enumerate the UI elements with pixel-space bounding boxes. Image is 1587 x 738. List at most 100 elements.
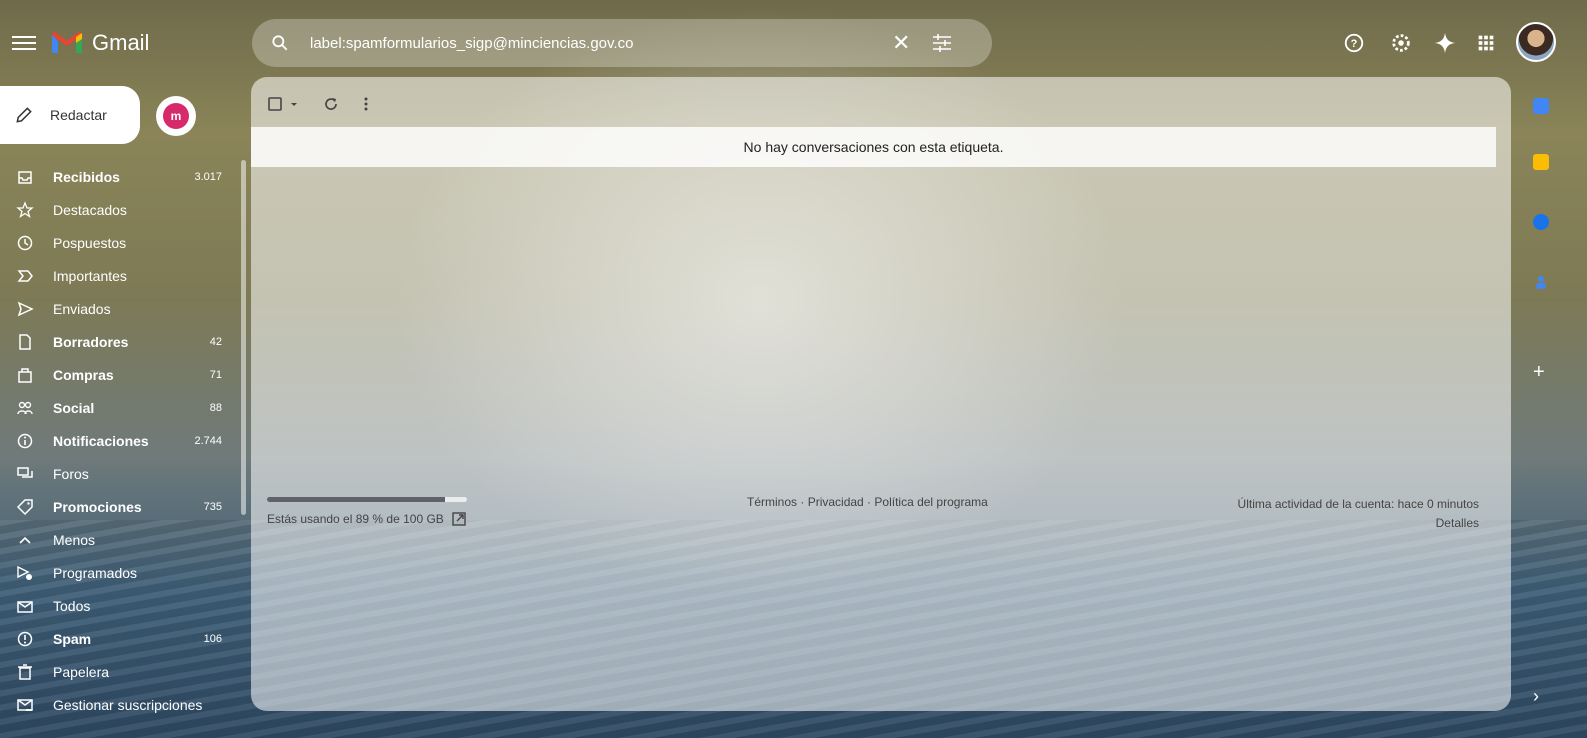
storage-text: Estás usando el 89 % de 100 GB (267, 512, 444, 526)
app-name: Gmail (92, 30, 150, 55)
sidebar-item-promociones[interactable]: Promociones 735 (0, 490, 232, 523)
header: Gmail ✕ ? (0, 0, 1587, 80)
search-options-icon[interactable] (932, 34, 952, 52)
apps-grid-icon[interactable] (1475, 32, 1497, 54)
sidebar-item-label: Pospuestos (53, 234, 127, 251)
forum-icon (17, 466, 33, 478)
clear-search-icon[interactable]: ✕ (892, 30, 910, 56)
search-bar[interactable]: ✕ (252, 19, 992, 67)
search-input[interactable] (308, 33, 872, 53)
sidebar-item-borradores[interactable]: Borradores 42 (0, 325, 232, 358)
account-activity: Última actividad de la cuenta: hace 0 mi… (1238, 495, 1479, 533)
select-all-checkbox[interactable] (267, 96, 299, 112)
sidebar-item-compras[interactable]: Compras 71 (0, 358, 232, 391)
sidebar-item-label: Spam (53, 630, 92, 647)
sidebar-item-recibidos[interactable]: Recibidos 3.017 (0, 160, 232, 193)
draft-icon (19, 333, 31, 350)
sidebar-item-label: Papelera (53, 663, 110, 680)
refresh-icon (325, 98, 337, 110)
main-panel: No hay conversaciones con esta etiqueta.… (251, 77, 1511, 711)
sidebar-item-pospuestos[interactable]: Pospuestos (0, 226, 232, 259)
settings-gear-icon[interactable] (1390, 32, 1412, 54)
svg-text:?: ? (1351, 38, 1358, 50)
unread-count: 3.017 (194, 170, 222, 183)
sidebar-item-label: Destacados (53, 201, 127, 218)
unread-count: 71 (209, 368, 222, 381)
sidebar-item-label: Compras (53, 366, 114, 383)
sidebar-item-enviados[interactable]: Enviados (0, 292, 232, 325)
send-icon (17, 301, 34, 316)
unread-count: 735 (203, 500, 222, 513)
sidebar-item-label: Todos (53, 597, 91, 614)
sidebar-item-spam[interactable]: Spam 106 (0, 622, 232, 655)
storage-bar-fill (267, 497, 445, 502)
pencil-icon (16, 107, 32, 123)
sidebar-item-papelera[interactable]: Papelera (0, 655, 232, 688)
tag-icon (16, 498, 33, 515)
unread-count: 88 (209, 401, 222, 414)
important-icon (17, 269, 33, 282)
calendar-icon[interactable] (1533, 98, 1549, 114)
meet-logo-icon: m (163, 103, 189, 129)
subscriptions-icon (17, 698, 33, 711)
sidebar-item-todos[interactable]: Todos (0, 589, 232, 622)
refresh-button[interactable] (323, 96, 339, 112)
keep-icon[interactable] (1533, 154, 1549, 170)
chevron-down-icon (291, 103, 297, 106)
gmail-logo[interactable]: Gmail (50, 30, 149, 56)
sidebar-item-label: Menos (53, 531, 96, 548)
sidebar-item-programados[interactable]: Programados (0, 556, 232, 589)
meet-button[interactable]: m (156, 96, 196, 136)
sidebar-item-notificaciones[interactable]: Notificaciones 2.744 (0, 424, 232, 457)
sidebar-nav: Recibidos 3.017 Destacados Pospuestos Import… (0, 160, 232, 721)
chevron-up-icon (19, 536, 31, 544)
toolbar (267, 91, 369, 117)
unread-count: 106 (203, 632, 222, 645)
footer-links: Términos · Privacidad · Política del pro… (747, 495, 988, 509)
more-vert-icon (364, 97, 368, 111)
program-policy-link[interactable]: Política del programa (874, 495, 987, 509)
clock-icon (17, 235, 33, 250)
more-options-button[interactable] (363, 96, 369, 112)
sidebar-item-label: Promociones (53, 498, 142, 515)
sidebar-scrollbar[interactable] (241, 160, 246, 515)
help-icon[interactable]: ? (1343, 32, 1365, 54)
add-addon-icon[interactable]: + (1533, 361, 1545, 384)
sidebar-item-label: Social (53, 399, 95, 416)
account-avatar[interactable] (1516, 22, 1556, 62)
empty-message-text: No hay conversaciones con esta etiqueta. (743, 139, 1004, 155)
sidebar-item-label: Enviados (53, 300, 111, 317)
scheduled-icon (17, 565, 32, 580)
sidebar-item-social[interactable]: Social 88 (0, 391, 232, 424)
contacts-icon[interactable] (1533, 274, 1549, 290)
details-link[interactable]: Detalles (1436, 516, 1479, 530)
search-icon[interactable] (270, 33, 290, 53)
sidebar-item-menos[interactable]: Menos (0, 523, 232, 556)
tasks-icon[interactable] (1533, 214, 1549, 230)
spam-icon (17, 631, 33, 646)
gemini-sparkle-icon[interactable] (1434, 32, 1456, 54)
footer-separator: · (797, 495, 808, 509)
footer-separator: · (863, 495, 875, 509)
main-menu-button[interactable] (12, 33, 36, 51)
shopping-bag-icon (18, 367, 32, 383)
people-icon (17, 401, 33, 414)
storage-usage: Estás usando el 89 % de 100 GB (267, 497, 467, 526)
storage-bar (267, 497, 467, 502)
gmail-m-icon (52, 32, 82, 53)
sidebar-item-destacados[interactable]: Destacados (0, 193, 232, 226)
compose-button[interactable]: Redactar (0, 86, 140, 144)
trash-icon (18, 663, 32, 680)
sidebar-item-importantes[interactable]: Importantes (0, 259, 232, 292)
show-side-panel-icon[interactable]: › (1533, 686, 1539, 707)
privacy-link[interactable]: Privacidad (808, 495, 864, 509)
sidebar-item-label: Importantes (53, 267, 127, 284)
star-icon (16, 200, 34, 218)
info-icon (17, 433, 33, 448)
unread-count: 2.744 (194, 434, 222, 447)
sidebar-item-foros[interactable]: Foros (0, 457, 232, 490)
sidebar-item-label: Notificaciones (53, 432, 149, 449)
sidebar-item-gestionar-suscripciones[interactable]: Gestionar suscripciones (0, 688, 232, 721)
terms-link[interactable]: Términos (747, 495, 797, 509)
open-external-icon[interactable] (452, 512, 466, 526)
